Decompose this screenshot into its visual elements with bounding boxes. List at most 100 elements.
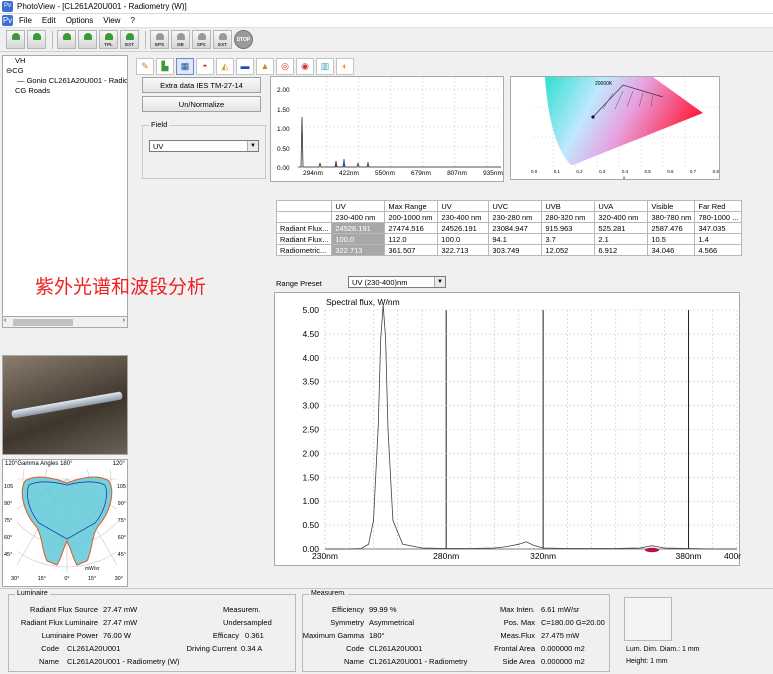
polar-right-top: 120° xyxy=(112,461,125,467)
table-cell: 112.0 xyxy=(384,233,439,245)
color-grid-icon[interactable]: ▥ xyxy=(316,57,334,75)
cone-icon[interactable]: ▲ xyxy=(256,57,274,75)
spectrum-line xyxy=(325,305,737,550)
person-icon xyxy=(105,33,113,40)
toolbar-button-spc[interactable]: SPC xyxy=(192,30,211,49)
toolbar-button-4[interactable] xyxy=(78,30,97,49)
table-cell: 230-280 nm xyxy=(488,211,543,223)
table-cell: 94.1 xyxy=(488,233,543,245)
toolbar-button-ext2[interactable]: EXT xyxy=(213,30,232,49)
table-row[interactable]: Radiant Flux... 100.0 112.0 100.0 94.1 3… xyxy=(275,233,743,245)
window-title: PhotoView - [CL261A20U001 - Radiometry (… xyxy=(17,2,187,11)
table-icon[interactable]: ▦ xyxy=(176,57,194,75)
table-cell: 780-1000 ... xyxy=(694,211,743,223)
y-tick-label: 2.00 xyxy=(302,448,319,458)
tree-item-gonio[interactable]: — Gonio CL261A20U001 - Radiomet xyxy=(3,76,127,86)
polar-bottom-labels: 30° 15° 0° 15° 30° xyxy=(11,576,123,582)
table-cell: 525.281 xyxy=(594,222,649,234)
toolbar-button-db[interactable]: DB xyxy=(171,30,190,49)
menu-bar: Pv File Edit Options View ? xyxy=(0,14,773,28)
person-icon xyxy=(33,33,41,40)
overlay-caption: 紫外光谱和波段分析 xyxy=(35,276,207,298)
tree-item-vh[interactable]: VH xyxy=(3,56,127,66)
field-select[interactable]: UV ▼ xyxy=(149,140,259,152)
toolbar-button-2[interactable] xyxy=(27,30,46,49)
table-header: UV xyxy=(331,200,386,212)
luminaire-photo xyxy=(2,355,128,455)
table-row[interactable]: Radiant Flux... 24526.191 27474.516 2452… xyxy=(275,222,743,234)
luminaire-group-title: Luminaire xyxy=(15,590,50,597)
polar-right-labels: 105 90° 75° 60° 45° xyxy=(116,484,126,558)
table-cell: 347.035 xyxy=(694,222,743,234)
range-preset-select[interactable]: UV (230-400)nm ▼ xyxy=(348,276,446,288)
table-cell: 303.749 xyxy=(488,244,543,256)
lum-dim-height: Height: 1 mm xyxy=(626,658,668,665)
lum-dim-preview xyxy=(624,597,672,641)
mini-x-ticks: 294nm 422nm 550nm 679nm 807nm 935nm xyxy=(303,170,503,177)
globe-icon[interactable]: ◉ xyxy=(296,57,314,75)
toolbar-button-1[interactable] xyxy=(6,30,25,49)
main-toolbar: TPL EXT EPS DB SPC EXT STOP xyxy=(0,28,773,52)
scrollbar-thumb[interactable] xyxy=(13,319,73,326)
mini-y-ticks: 2.00 1.50 1.00 0.50 0.00 xyxy=(277,87,290,172)
table-row[interactable]: Radiometric... 322.713 361.507 322.713 3… xyxy=(275,244,743,256)
table-header-row: UV Max Range UV UVC UVB UVA Visible Far … xyxy=(275,200,743,212)
table-header: Far Red xyxy=(694,200,743,212)
tree-item-cg[interactable]: ⊖CG xyxy=(3,66,127,76)
table-cell: 361.507 xyxy=(384,244,439,256)
tree-horizontal-scrollbar[interactable]: ‹ › xyxy=(2,316,128,328)
y-tick-label: 1.50 xyxy=(302,472,319,482)
table-cell: Radiometric... xyxy=(275,244,333,256)
menu-file[interactable]: File xyxy=(19,16,32,25)
isolux-icon[interactable]: ◭ xyxy=(216,57,234,75)
table-cell-selected[interactable]: 24526.191 xyxy=(331,222,386,234)
y-tick-label: 3.50 xyxy=(302,377,319,387)
cie-plot: 20000K xyxy=(533,77,719,167)
menu-edit[interactable]: Edit xyxy=(42,16,56,25)
x-tick-label: 280nm xyxy=(433,551,459,561)
extra-data-button[interactable]: Extra data IES TM-27-14 xyxy=(142,77,261,93)
chevron-down-icon[interactable]: ▼ xyxy=(247,141,258,151)
table-cell: 230-400 nm xyxy=(437,211,490,223)
cie-temp-label: 20000K xyxy=(595,81,613,87)
mini-spectrum-chart: 2.00 1.50 1.00 0.50 0.00 294nm 422nm 550… xyxy=(270,76,504,182)
toolbar-button-3[interactable] xyxy=(57,30,76,49)
range-preset-label: Range Preset xyxy=(276,279,322,288)
y-tick-label: 5.00 xyxy=(302,305,319,315)
polar-view-icon[interactable]: ◓ xyxy=(196,57,214,75)
menu-app-icon[interactable]: Pv xyxy=(2,15,13,26)
pencil-icon[interactable]: ✎ xyxy=(136,57,154,75)
scroll-right-icon[interactable]: › xyxy=(123,317,125,324)
field-label: Field xyxy=(149,120,170,129)
menu-view[interactable]: View xyxy=(103,16,120,25)
scroll-left-icon[interactable]: ‹ xyxy=(4,317,6,324)
toolbar-button-eps[interactable]: EPS xyxy=(150,30,169,49)
stop-button[interactable]: STOP xyxy=(234,30,253,49)
menu-options[interactable]: Options xyxy=(66,16,94,25)
target-icon[interactable]: ◎ xyxy=(276,57,294,75)
tree-item-cg-roads[interactable]: CG Roads xyxy=(3,86,127,96)
toolbar-button-ext[interactable]: EXT xyxy=(120,30,139,49)
spectrum-title: Spectral flux, W/nm xyxy=(326,297,400,307)
table-cell: 23084.947 xyxy=(488,222,543,234)
table-cell-selected[interactable]: 100.0 xyxy=(331,233,386,245)
spectrum-chart: Spectral flux, W/nm 5.00 4.50 4.00 3.50 3.00… xyxy=(274,292,741,566)
table-cell-selected[interactable]: 322.713 xyxy=(331,244,386,256)
measurem-group-title: Measurem. xyxy=(309,590,349,597)
person-icon xyxy=(219,33,227,40)
table-range-row: 230-400 nm 200-1000 nm 230-400 nm 230-28… xyxy=(275,211,743,223)
x-tick-label: 380nm xyxy=(676,551,702,561)
person-icon xyxy=(198,33,206,40)
info-panel: Luminaire Radiant Flux Source 27.47 mW R… xyxy=(0,588,773,674)
luminaire-icon[interactable]: ▬ xyxy=(236,57,254,75)
tree-item-cg-label: CG xyxy=(12,66,24,75)
chevron-down-icon[interactable]: ▼ xyxy=(434,277,445,287)
menu-help[interactable]: ? xyxy=(130,16,134,25)
uv-tube-image xyxy=(11,391,123,419)
unnormalize-button[interactable]: Un/Normalize xyxy=(142,96,261,112)
table-cell: Radiant Flux... xyxy=(275,222,333,234)
table-cell: 320-400 nm xyxy=(594,211,649,223)
bar-chart-icon[interactable]: ▙ xyxy=(156,57,174,75)
toolbar-button-tpl[interactable]: TPL xyxy=(99,30,118,49)
cie-icon[interactable]: ◐ xyxy=(336,57,354,75)
